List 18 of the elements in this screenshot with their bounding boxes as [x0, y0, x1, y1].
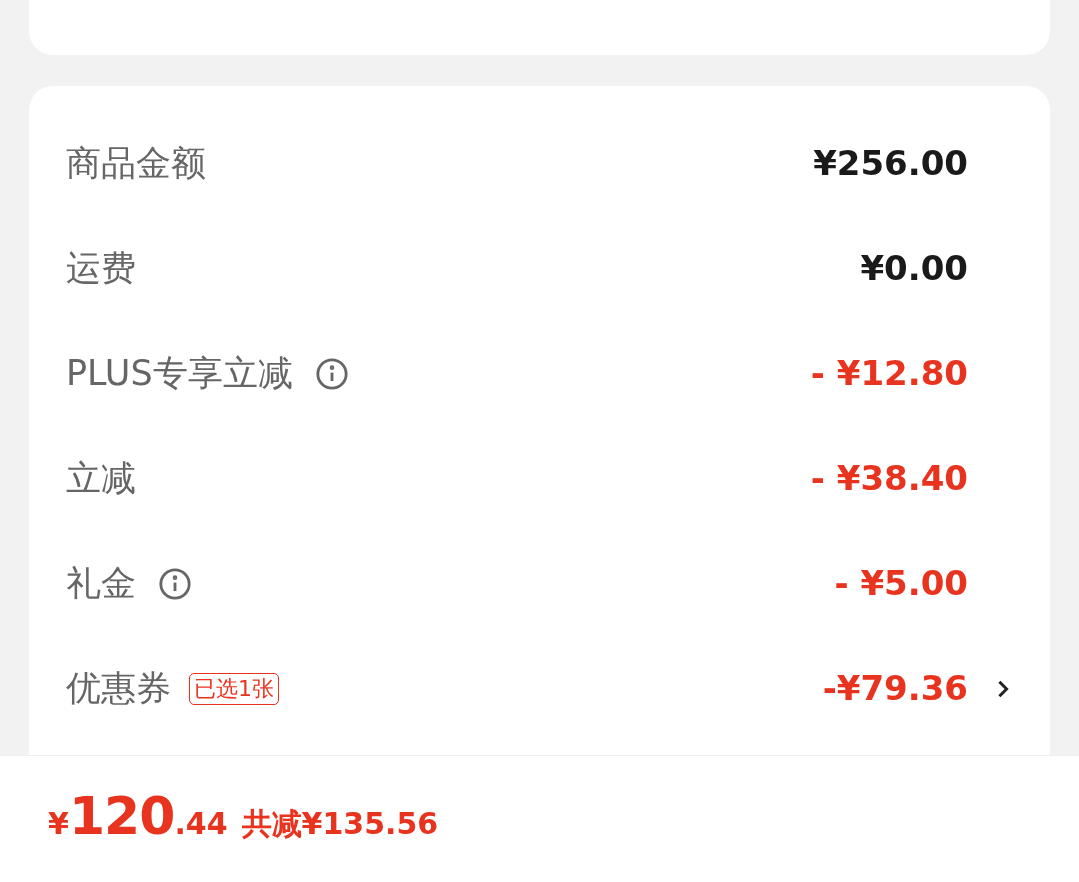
total-integer: 120: [68, 785, 175, 848]
total-saving: 共减¥135.56: [241, 805, 439, 843]
row-label: 礼金: [66, 562, 136, 606]
row-amount: - ¥12.80: [810, 352, 968, 395]
row-label: 商品金额: [66, 142, 206, 186]
currency-symbol: ¥: [48, 805, 69, 843]
row-amount: ¥256.00: [813, 142, 968, 185]
row-label: 优惠券: [66, 667, 171, 711]
row-amount: -¥79.36: [822, 667, 968, 710]
total-decimal: .44: [174, 805, 228, 843]
row-amount: - ¥38.40: [810, 457, 968, 500]
row-label: 立减: [66, 457, 136, 501]
row-amount: - ¥5.00: [834, 562, 968, 605]
chevron-right-icon[interactable]: [997, 678, 1009, 699]
row-amount: ¥0.00: [860, 247, 968, 290]
row-label: PLUS专享立减: [66, 352, 293, 396]
row-label: 运费: [66, 247, 136, 291]
coupon-tag: 已选1张: [189, 672, 279, 705]
